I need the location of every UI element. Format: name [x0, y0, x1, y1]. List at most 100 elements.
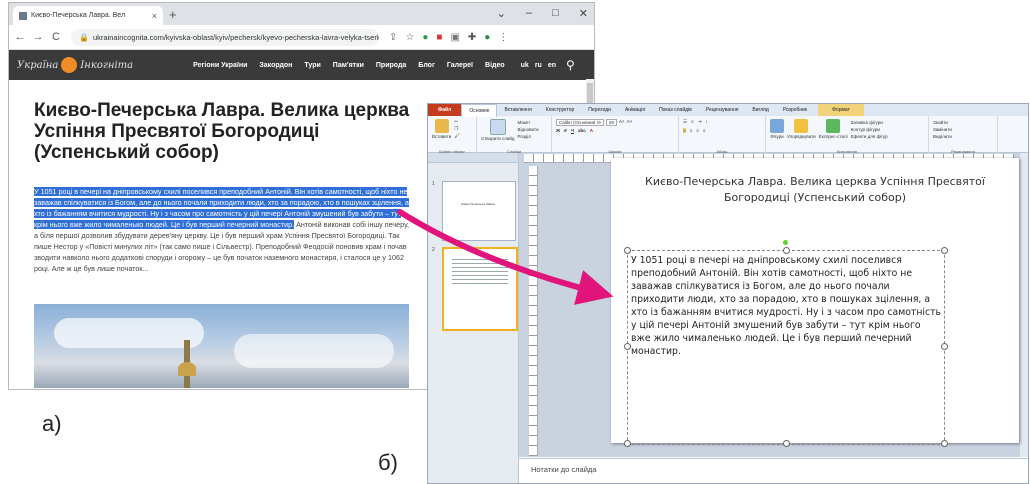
- puzzle-icon[interactable]: ✚: [468, 32, 476, 43]
- tab-review[interactable]: Рецензування: [699, 107, 746, 113]
- strikethrough-icon[interactable]: abc: [578, 128, 586, 133]
- tab-animations[interactable]: Анімація: [618, 107, 652, 113]
- slide-title[interactable]: Києво-Печерська Лавра. Велика церква Усп…: [631, 174, 999, 206]
- arrange-icon[interactable]: [794, 119, 809, 133]
- reset-button[interactable]: Відновити: [518, 126, 539, 133]
- underline-icon[interactable]: Ч: [571, 128, 574, 133]
- thumb1-text: Києво-Печерська Лавра...: [461, 202, 497, 206]
- site-logo[interactable]: Україна Інкогніта: [17, 57, 133, 73]
- font-name-select[interactable]: Calibri (Основний те: [556, 119, 604, 126]
- resize-handle[interactable]: [783, 440, 790, 447]
- tab-file[interactable]: Файл: [428, 104, 462, 116]
- shape-outline-button[interactable]: Контур фігури: [851, 126, 888, 133]
- pane-tabs[interactable]: [428, 153, 518, 163]
- shrink-font-icon[interactable]: A˅: [627, 119, 633, 126]
- rotation-handle[interactable]: [783, 240, 788, 245]
- copy-icon[interactable]: ❐: [454, 126, 460, 132]
- tab-transitions[interactable]: Переходи: [581, 107, 618, 113]
- nav-item-tours[interactable]: Тури: [304, 62, 320, 69]
- extension-gray-icon[interactable]: ▣: [450, 32, 459, 43]
- slide-body-text[interactable]: У 1051 році в печері на дніпровському сх…: [631, 254, 943, 358]
- section-button[interactable]: Розділ: [518, 133, 539, 140]
- format-painter-icon[interactable]: 🖌: [454, 133, 460, 139]
- slide-thumbnail-1[interactable]: Києво-Печерська Лавра...: [442, 181, 516, 241]
- minimize-button[interactable]: –: [526, 7, 532, 20]
- quick-styles-label[interactable]: Експрес-стилі: [819, 133, 848, 140]
- paste-icon[interactable]: [434, 119, 449, 133]
- search-icon[interactable]: ⚲: [566, 58, 575, 72]
- paste-label[interactable]: Вставити: [432, 133, 451, 140]
- find-button[interactable]: Знайти: [933, 119, 948, 126]
- resize-handle[interactable]: [624, 440, 631, 447]
- group-clipboard: Вставити ✂ ❐ 🖌 Буфер обміну: [428, 116, 477, 155]
- notes-pane[interactable]: Нотатки до слайда: [519, 458, 1028, 483]
- slide-scrollbar[interactable]: [1020, 153, 1028, 457]
- shapes-label[interactable]: Фігури: [770, 133, 783, 140]
- align-center-icon[interactable]: ≡: [690, 128, 693, 133]
- tab-developer[interactable]: Розробник: [776, 107, 814, 113]
- lang-uk[interactable]: uk: [521, 62, 529, 69]
- resize-handle[interactable]: [624, 343, 631, 350]
- nav-item-galleries[interactable]: Галереї: [447, 62, 473, 69]
- cut-icon[interactable]: ✂: [454, 119, 460, 125]
- bullets-icon[interactable]: ☰: [683, 119, 687, 125]
- resize-handle[interactable]: [783, 247, 790, 254]
- extension-red-icon[interactable]: ■: [436, 32, 442, 43]
- shape-effects-button[interactable]: Ефекти для фігур: [851, 133, 888, 140]
- layout-button[interactable]: Макет: [518, 119, 539, 126]
- profile-icon[interactable]: ●: [484, 32, 490, 43]
- tab-slideshow[interactable]: Показ слайдів: [652, 107, 699, 113]
- italic-icon[interactable]: К: [564, 128, 567, 133]
- url-field[interactable]: 🔒 ukrainaincognita.com/kyivska-oblast/ky…: [71, 28, 379, 46]
- nav-item-sights[interactable]: Пам'ятки: [333, 62, 364, 69]
- nav-item-nature[interactable]: Природа: [376, 62, 406, 69]
- reload-icon[interactable]: C: [49, 31, 63, 43]
- slide-thumbnail-2[interactable]: [442, 247, 518, 331]
- font-color-icon[interactable]: A: [590, 128, 593, 133]
- align-left-icon[interactable]: ≡: [683, 128, 686, 133]
- quick-styles-icon[interactable]: [826, 119, 841, 133]
- resize-handle[interactable]: [941, 247, 948, 254]
- browser-tab[interactable]: Києво-Печерська Лавра. Вел ×: [13, 6, 163, 25]
- menu-icon[interactable]: ⋮: [498, 32, 508, 43]
- tab-insert[interactable]: Вставлення: [497, 107, 538, 113]
- close-tab-icon[interactable]: ×: [152, 11, 157, 21]
- font-size-select[interactable]: 28: [605, 119, 617, 126]
- forward-icon[interactable]: →: [31, 31, 45, 43]
- numbering-icon[interactable]: ≡: [691, 119, 694, 125]
- lang-ru[interactable]: ru: [535, 62, 542, 69]
- grow-font-icon[interactable]: A˄: [619, 119, 625, 126]
- align-right-icon[interactable]: ≡: [696, 128, 699, 133]
- justify-icon[interactable]: ≡: [703, 128, 706, 133]
- nav-item-blog[interactable]: Блог: [418, 62, 435, 69]
- indent-icon[interactable]: ⇥: [698, 119, 702, 125]
- maximize-button[interactable]: □: [552, 7, 559, 20]
- star-icon[interactable]: ☆: [405, 32, 414, 43]
- close-window-button[interactable]: ✕: [579, 7, 588, 20]
- tab-list-chevron-icon[interactable]: ⌄: [497, 7, 506, 20]
- new-tab-button[interactable]: +: [169, 7, 177, 22]
- share-icon[interactable]: ⇪: [389, 32, 397, 43]
- replace-button[interactable]: Замінити: [933, 126, 952, 133]
- nav-item-abroad[interactable]: Закордон: [259, 62, 292, 69]
- new-slide-icon[interactable]: [489, 119, 506, 135]
- resize-handle[interactable]: [624, 247, 631, 254]
- nav-item-video[interactable]: Відео: [485, 62, 505, 69]
- nav-item-regions[interactable]: Регіони України: [193, 62, 247, 69]
- tab-format[interactable]: Формат: [818, 104, 864, 116]
- shape-fill-button[interactable]: Заливка фігури: [851, 119, 888, 126]
- back-icon[interactable]: ←: [13, 31, 27, 43]
- powerpoint-window: Файл Основне Вставлення Конструктор Пере…: [427, 103, 1029, 484]
- resize-handle[interactable]: [941, 440, 948, 447]
- tab-design[interactable]: Конструктор: [539, 107, 582, 113]
- new-slide-label[interactable]: Створити слайд: [481, 135, 515, 142]
- lang-en[interactable]: en: [548, 62, 556, 69]
- tab-home[interactable]: Основне: [461, 104, 498, 117]
- arrange-label[interactable]: Упорядкувати: [787, 133, 816, 140]
- line-spacing-icon[interactable]: ↕: [705, 119, 707, 125]
- bold-icon[interactable]: Ж: [556, 128, 560, 133]
- extension-green-icon[interactable]: ●: [422, 32, 428, 43]
- tab-view[interactable]: Вигляд: [745, 107, 775, 113]
- select-button[interactable]: Виділити: [933, 133, 952, 140]
- shapes-icon[interactable]: [770, 119, 784, 133]
